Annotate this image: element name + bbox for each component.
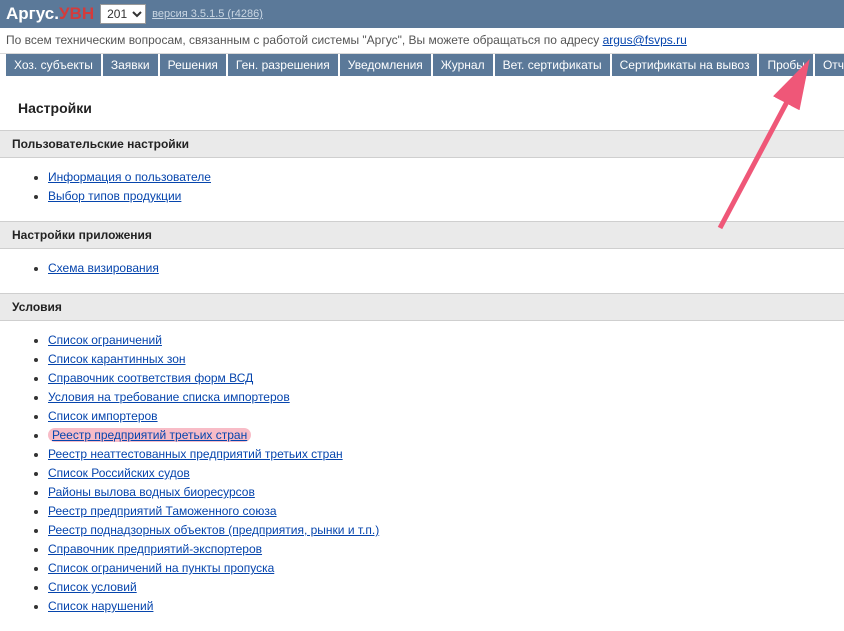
list-item: Справочник соответствия форм ВСД [48, 371, 844, 385]
list-item: Список условий [48, 580, 844, 594]
user-settings-list: Информация о пользователе Выбор типов про… [48, 170, 844, 203]
section-user-settings: Пользовательские настройки [0, 130, 844, 158]
support-notice: По всем техническим вопросам, связанным … [0, 28, 844, 54]
link[interactable]: Список нарушений [48, 599, 153, 613]
nav-item-0[interactable]: Хоз. субъекты [6, 54, 101, 76]
list-item: Справочник предприятий-экспортеров [48, 542, 844, 556]
nav-item-9[interactable]: Отчеты [815, 54, 844, 76]
link[interactable]: Список условий [48, 580, 137, 594]
page-title: Настройки [0, 82, 844, 130]
list-item: Условия на требование списка импортеров [48, 390, 844, 404]
link[interactable]: Список Российских судов [48, 466, 190, 480]
nav-item-8[interactable]: Пробы [759, 54, 812, 76]
list-item: Список импортеров [48, 409, 844, 423]
list-item: Реестр предприятий Таможенного союза [48, 504, 844, 518]
nav-item-2[interactable]: Решения [160, 54, 226, 76]
list-item: Список нарушений [48, 599, 844, 613]
list-item: Список ограничений [48, 333, 844, 347]
link[interactable]: Выбор типов продукции [48, 189, 181, 203]
list-item: Районы вылова водных биоресурсов [48, 485, 844, 499]
brand-uvn: УВН [59, 4, 94, 23]
version-link[interactable]: версия 3.5.1.5 (r4286) [152, 8, 263, 20]
list-item: Информация о пользователе [48, 170, 844, 184]
support-text: По всем техническим вопросам, связанным … [6, 33, 603, 47]
section-conditions: Условия [0, 293, 844, 321]
link[interactable]: Условия на требование списка импортеров [48, 390, 290, 404]
link[interactable]: Реестр неаттестованных предприятий треть… [48, 447, 343, 461]
support-email[interactable]: argus@fsvps.ru [603, 33, 687, 47]
link[interactable]: Справочник соответствия форм ВСД [48, 371, 253, 385]
nav-item-1[interactable]: Заявки [103, 54, 158, 76]
list-item: Список Российских судов [48, 466, 844, 480]
nav-item-6[interactable]: Вет. сертификаты [495, 54, 610, 76]
brand-argus: Аргус [6, 4, 54, 23]
list-item: Список ограничений на пункты пропуска [48, 561, 844, 575]
list-item: Реестр неаттестованных предприятий треть… [48, 447, 844, 461]
section-app-settings: Настройки приложения [0, 221, 844, 249]
brand: Аргус.УВН [6, 4, 94, 24]
link[interactable]: Районы вылова водных биоресурсов [48, 485, 255, 499]
app-settings-list: Схема визирования [48, 261, 844, 275]
list-item: Схема визирования [48, 261, 844, 275]
list-item: Реестр поднадзорных объектов (предприяти… [48, 523, 844, 537]
nav-item-3[interactable]: Ген. разрешения [228, 54, 338, 76]
conditions-list: Список ограничений Список карантинных зон… [48, 333, 844, 613]
link[interactable]: Список импортеров [48, 409, 158, 423]
link[interactable]: Реестр предприятий Таможенного союза [48, 504, 277, 518]
nav-item-7[interactable]: Сертификаты на вывоз [612, 54, 758, 76]
link[interactable]: Список ограничений на пункты пропуска [48, 561, 274, 575]
link[interactable]: Реестр предприятий третьих стран [48, 428, 251, 442]
list-item: Реестр предприятий третьих стран [48, 428, 844, 442]
link[interactable]: Справочник предприятий-экспортеров [48, 542, 262, 556]
link[interactable]: Схема визирования [48, 261, 159, 275]
list-item: Список карантинных зон [48, 352, 844, 366]
main-nav: Хоз. субъектыЗаявкиРешенияГен. разрешени… [0, 54, 844, 82]
link[interactable]: Реестр поднадзорных объектов (предприяти… [48, 523, 379, 537]
year-select[interactable]: 201 [100, 4, 146, 24]
nav-item-4[interactable]: Уведомления [340, 54, 431, 76]
link[interactable]: Список карантинных зон [48, 352, 186, 366]
nav-item-5[interactable]: Журнал [433, 54, 493, 76]
app-header: Аргус.УВН 201 версия 3.5.1.5 (r4286) [0, 0, 844, 28]
link[interactable]: Информация о пользователе [48, 170, 211, 184]
link[interactable]: Список ограничений [48, 333, 162, 347]
list-item: Выбор типов продукции [48, 189, 844, 203]
